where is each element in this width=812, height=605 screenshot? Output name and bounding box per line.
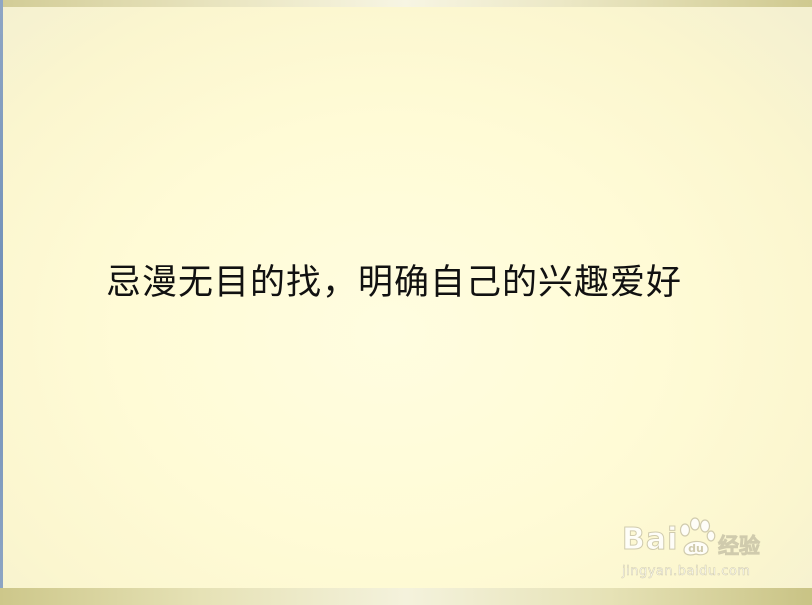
slide: 忌漫无目的找，明确自己的兴趣爱好 Bai du 经验 jingyan.baidu… [0,0,812,605]
slide-headline: 忌漫无目的找，明确自己的兴趣爱好 [106,263,683,303]
baidu-jingyan-watermark: Bai du 经验 jingyan.baidu.com [618,516,778,586]
watermark-url: jingyan.baidu.com [622,564,751,580]
watermark-logo-text: Bai [621,522,679,558]
bottom-border-bar [0,588,812,605]
svg-text:du: du [688,542,704,555]
top-border-bar [0,0,812,7]
left-edge-line [0,0,3,605]
watermark-jingyan-text: 经验 [718,534,761,559]
paw-icon: du [679,517,716,556]
